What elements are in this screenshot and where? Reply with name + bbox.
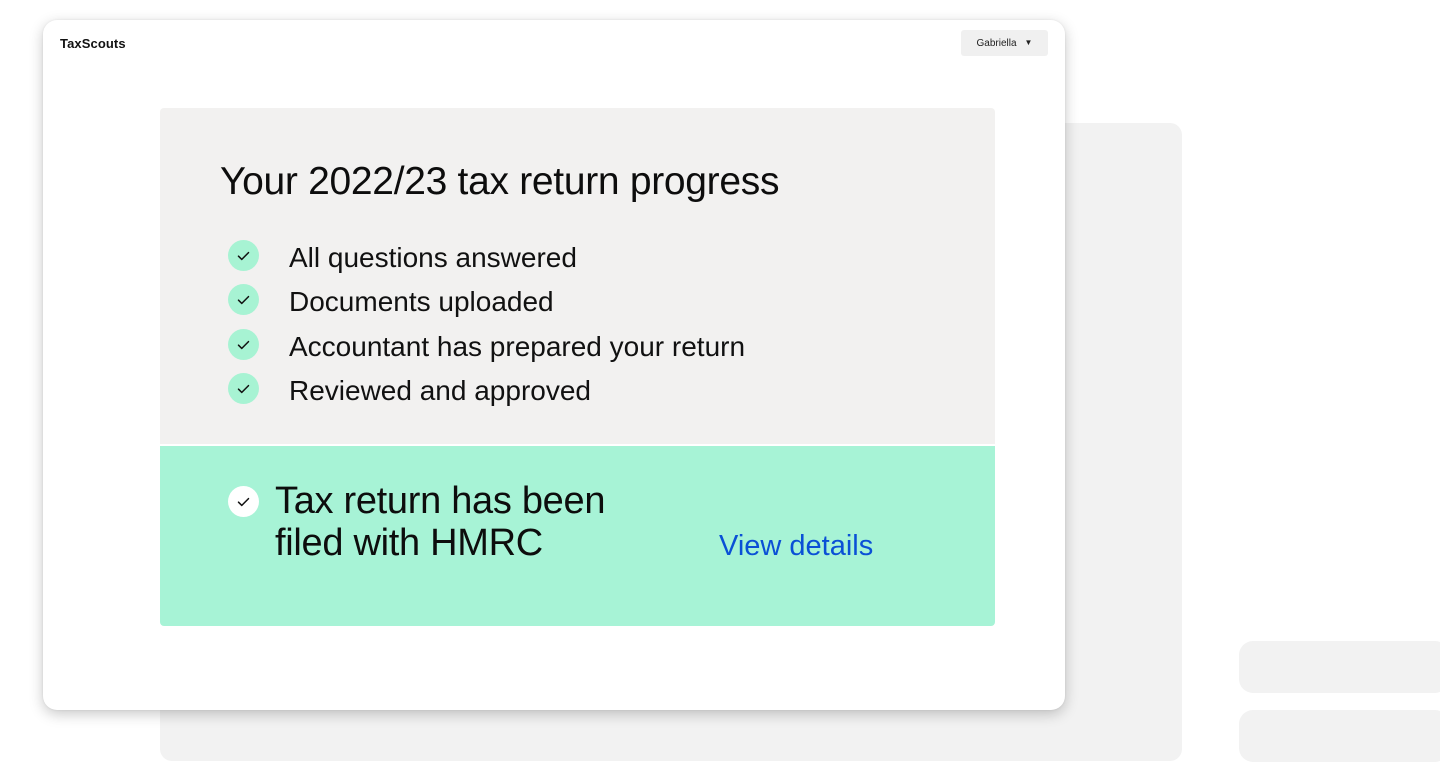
app-window: TaxScouts Gabriella ▼ Your 2022/23 tax r…	[43, 20, 1065, 710]
brand-logo[interactable]: TaxScouts	[60, 36, 126, 51]
check-icon	[228, 240, 259, 271]
filed-status-title: Tax return has been filed with HMRC	[275, 480, 695, 564]
filed-status-panel: Tax return has been filed with HMRC View…	[160, 446, 995, 626]
filed-status-line: filed with HMRC	[275, 522, 543, 564]
check-icon	[228, 284, 259, 315]
background-pill	[1239, 641, 1440, 693]
user-menu-button[interactable]: Gabriella ▼	[961, 30, 1048, 56]
view-details-link[interactable]: View details	[719, 530, 873, 563]
progress-title: Your 2022/23 tax return progress	[220, 160, 780, 203]
user-name: Gabriella	[976, 37, 1017, 49]
progress-panel: Your 2022/23 tax return progress All que…	[160, 108, 995, 444]
caret-down-icon: ▼	[1024, 38, 1033, 47]
check-icon	[228, 486, 259, 517]
check-icon	[228, 373, 259, 404]
background-pill	[1239, 710, 1440, 762]
filed-status-line: Tax return has been	[275, 480, 606, 522]
progress-step-label: All questions answered	[289, 242, 577, 273]
check-icon	[228, 329, 259, 360]
progress-step-label: Reviewed and approved	[289, 375, 591, 406]
progress-step-label: Documents uploaded	[289, 286, 554, 317]
stage: TaxScouts Gabriella ▼ Your 2022/23 tax r…	[0, 0, 1440, 774]
progress-step-label: Accountant has prepared your return	[289, 331, 746, 362]
